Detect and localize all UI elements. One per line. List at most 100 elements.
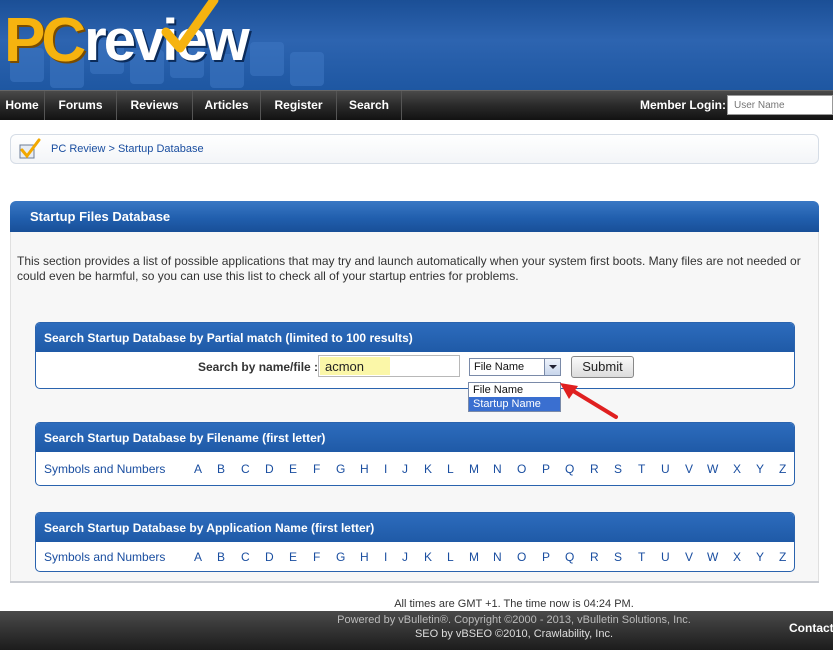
site-header: PC review	[0, 0, 833, 90]
submit-button[interactable]: Submit	[571, 356, 634, 378]
search-input-value: acmon	[325, 359, 365, 374]
appname-letter-m[interactable]: M	[469, 550, 479, 564]
filename-symbols-link[interactable]: Symbols and Numbers	[44, 462, 165, 476]
appname-letter-v[interactable]: V	[685, 550, 693, 564]
appname-letter-i[interactable]: I	[384, 550, 387, 564]
search-type-dropdown: File Name Startup Name	[468, 382, 561, 412]
filename-letter-a[interactable]: A	[194, 462, 202, 476]
filename-letter-d[interactable]: D	[265, 462, 274, 476]
filename-letter-m[interactable]: M	[469, 462, 479, 476]
appname-letter-q[interactable]: Q	[565, 550, 574, 564]
filename-letter-p[interactable]: P	[542, 462, 550, 476]
filename-letter-h[interactable]: H	[360, 462, 369, 476]
filename-letter-c[interactable]: C	[241, 462, 250, 476]
appname-letter-e[interactable]: E	[289, 550, 297, 564]
breadcrumb-current-link[interactable]: Startup Database	[118, 143, 204, 155]
panel-header: Startup Files Database	[10, 201, 819, 232]
filename-letter-list: Symbols and Numbers A B C D E F G H I J …	[36, 462, 794, 478]
search-type-selected-value: File Name	[474, 361, 525, 373]
search-input[interactable]: acmon	[318, 355, 460, 377]
dropdown-option-file-name[interactable]: File Name	[469, 383, 560, 397]
filename-letter-x[interactable]: X	[733, 462, 741, 476]
appname-letter-g[interactable]: G	[336, 550, 345, 564]
filename-letter-i[interactable]: I	[384, 462, 387, 476]
appname-letter-u[interactable]: U	[661, 550, 670, 564]
filename-letter-w[interactable]: W	[707, 462, 718, 476]
panel-bottom-divider	[10, 581, 819, 583]
filename-letter-o[interactable]: O	[517, 462, 526, 476]
panel-title: Startup Files Database	[30, 209, 171, 224]
appname-letter-p[interactable]: P	[542, 550, 550, 564]
filename-letter-e[interactable]: E	[289, 462, 297, 476]
filename-letter-b[interactable]: B	[217, 462, 225, 476]
appname-letter-b[interactable]: B	[217, 550, 225, 564]
nav-home[interactable]: Home	[0, 91, 45, 120]
appname-letter-r[interactable]: R	[590, 550, 599, 564]
footer-contact-link[interactable]: Contact	[789, 621, 833, 635]
filename-letter-g[interactable]: G	[336, 462, 345, 476]
filename-letter-body: Symbols and Numbers A B C D E F G H I J …	[36, 452, 794, 485]
logo-checkmark-icon	[161, 0, 219, 53]
appname-letter-y[interactable]: Y	[756, 550, 764, 564]
breadcrumb-separator: >	[105, 143, 118, 155]
search-type-select[interactable]: File Name	[469, 358, 561, 376]
appname-letter-heading: Search Startup Database by Application N…	[36, 513, 794, 542]
appname-letter-s[interactable]: S	[614, 550, 622, 564]
footer-powered-text: Powered by vBulletin®. Copyright ©2000 -…	[337, 614, 691, 626]
appname-letter-f[interactable]: F	[313, 550, 320, 564]
red-arrow-annotation-icon	[560, 383, 618, 419]
appname-letter-box: Search Startup Database by Application N…	[35, 512, 795, 572]
appname-letter-d[interactable]: D	[265, 550, 274, 564]
filename-letter-y[interactable]: Y	[756, 462, 764, 476]
appname-letter-body: Symbols and Numbers A B C D E F G H I J …	[36, 542, 794, 571]
footer-seo-text: SEO by vBSEO ©2010, Crawlability, Inc.	[414, 628, 614, 640]
partial-search-heading: Search Startup Database by Partial match…	[36, 323, 794, 352]
partial-search-body: Search by name/file : acmon File Name Su…	[36, 352, 794, 386]
appname-letter-o[interactable]: O	[517, 550, 526, 564]
filename-letter-l[interactable]: L	[447, 462, 454, 476]
appname-letter-w[interactable]: W	[707, 550, 718, 564]
partial-search-box: Search Startup Database by Partial match…	[35, 322, 795, 389]
nav-articles[interactable]: Articles	[193, 91, 261, 120]
dropdown-option-startup-name[interactable]: Startup Name	[469, 397, 560, 411]
filename-letter-z[interactable]: Z	[779, 462, 786, 476]
main-nav: Home Forums Reviews Articles Register Se…	[0, 90, 833, 120]
breadcrumb-trail: PC Review > Startup Database	[51, 143, 204, 155]
appname-letter-t[interactable]: T	[638, 550, 645, 564]
filename-letter-r[interactable]: R	[590, 462, 599, 476]
logo-pc-text: PC	[4, 6, 86, 75]
nav-register[interactable]: Register	[261, 91, 337, 120]
filename-letter-s[interactable]: S	[614, 462, 622, 476]
appname-letter-l[interactable]: L	[447, 550, 454, 564]
filename-letter-k[interactable]: K	[424, 462, 432, 476]
filename-letter-j[interactable]: J	[402, 462, 408, 476]
forum-check-icon	[19, 138, 41, 159]
filename-letter-n[interactable]: N	[493, 462, 502, 476]
filename-letter-q[interactable]: Q	[565, 462, 574, 476]
nav-forums[interactable]: Forums	[45, 91, 117, 120]
breadcrumb: PC Review > Startup Database	[10, 134, 819, 164]
filename-letter-u[interactable]: U	[661, 462, 670, 476]
appname-symbols-link[interactable]: Symbols and Numbers	[44, 550, 165, 564]
nav-reviews[interactable]: Reviews	[117, 91, 193, 120]
appname-letter-z[interactable]: Z	[779, 550, 786, 564]
appname-letter-c[interactable]: C	[241, 550, 250, 564]
appname-letter-n[interactable]: N	[493, 550, 502, 564]
username-input[interactable]	[727, 95, 833, 115]
breadcrumb-root-link[interactable]: PC Review	[51, 143, 105, 155]
appname-letter-j[interactable]: J	[402, 550, 408, 564]
appname-letter-x[interactable]: X	[733, 550, 741, 564]
appname-letter-a[interactable]: A	[194, 550, 202, 564]
appname-letter-h[interactable]: H	[360, 550, 369, 564]
filename-letter-t[interactable]: T	[638, 462, 645, 476]
filename-letter-f[interactable]: F	[313, 462, 320, 476]
search-label: Search by name/file :	[198, 360, 319, 374]
filename-letter-heading: Search Startup Database by Filename (fir…	[36, 423, 794, 452]
nav-search[interactable]: Search	[337, 91, 402, 120]
footer-time-text: All times are GMT +1. The time now is 04…	[394, 598, 634, 610]
filename-letter-v[interactable]: V	[685, 462, 693, 476]
intro-text: This section provides a list of possible…	[17, 254, 801, 283]
chevron-down-icon[interactable]	[544, 359, 560, 375]
appname-letter-list: Symbols and Numbers A B C D E F G H I J …	[36, 550, 794, 566]
appname-letter-k[interactable]: K	[424, 550, 432, 564]
